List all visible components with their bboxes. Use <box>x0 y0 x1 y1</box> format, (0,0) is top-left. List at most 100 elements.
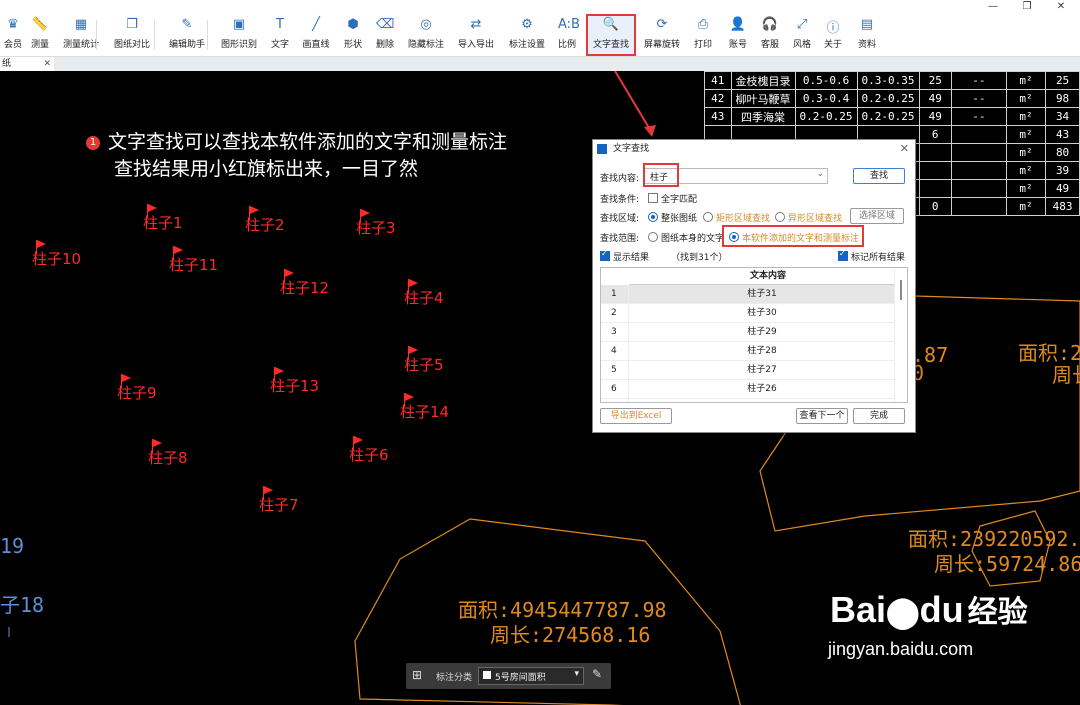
export-excel-button[interactable]: 导出到Excel <box>600 408 672 424</box>
next-result-button[interactable]: 查看下一个 <box>796 408 848 424</box>
table-cell: 34 <box>1045 107 1080 126</box>
result-index: 2 <box>601 304 629 322</box>
dialog-title: 文字查找 <box>613 144 650 154</box>
toolbar-button-annotation-settings[interactable]: ⚙ 标注设置 <box>506 16 548 54</box>
table-cell: 25 <box>1045 71 1080 90</box>
toolbar-button-shape[interactable]: ⬢ 形状 <box>340 16 366 54</box>
category-select-value: 5号房间面积 <box>495 673 546 683</box>
whole-word-label: 全字匹配 <box>661 195 698 205</box>
toolbar-label: 删除 <box>375 40 394 50</box>
step-badge: 1 <box>86 136 100 150</box>
result-row[interactable]: 3 柱子29 <box>601 323 907 342</box>
mark-all-checkbox[interactable]: 标记所有结果 <box>838 249 905 263</box>
done-button[interactable]: 完成 <box>853 408 905 424</box>
flag-label: 柱子10 <box>32 250 82 268</box>
toolbar-button-line[interactable]: ╱ 画直线 <box>299 16 333 54</box>
table-cell <box>950 125 1007 144</box>
main-toolbar: ♛ 会员 📏 测量 ▦ 测量统计 ❐ 图纸对比 ✎ 编辑助手 ▣ 图形识别 T 文字 ╱ 画直线 ⬢ 形状 ⌫ 删除 ◎… <box>0 14 1080 57</box>
area-option-irregular[interactable]: 异形区域查找 <box>775 211 842 224</box>
result-row[interactable]: 4 柱子28 <box>601 342 907 361</box>
category-select[interactable]: 5号房间面积 ▾ <box>478 667 584 685</box>
area-option-rect[interactable]: 矩形区域查找 <box>703 211 770 224</box>
toolbar-button-shape-recognize[interactable]: ▣ 图形识别 <box>219 16 259 54</box>
toolbar-button-rotate[interactable]: ⟳ 屏幕旋转 <box>640 16 684 54</box>
table-cell: 49 <box>918 107 952 126</box>
toolbar-button-text[interactable]: T 文字 <box>268 16 292 54</box>
results-table: 文本内容 1 柱子31 2 柱子30 3 柱子29 4 柱子28 5 柱子27 6 柱子26 7柱子25 <box>600 267 908 403</box>
results-scrollbar[interactable] <box>894 268 907 402</box>
flag-label: 柱子14 <box>400 403 450 421</box>
result-index: 4 <box>601 342 629 360</box>
tab-close-icon[interactable]: ✕ <box>43 57 51 71</box>
toolbar-button-user[interactable]: 👤 账号 <box>727 16 749 54</box>
flag-label: 柱子1 <box>143 214 183 232</box>
area-label: 查找区域: <box>600 214 640 224</box>
dialog-close-icon[interactable]: ✕ <box>900 140 909 158</box>
toolbar-button-hide[interactable]: ◎ 隐藏标注 <box>404 16 448 54</box>
pointer-arrow <box>614 71 653 134</box>
flag-icon <box>122 374 131 382</box>
print-icon: ⎙ <box>697 17 709 32</box>
info-icon: ⓘ <box>826 21 840 36</box>
search-button[interactable]: 查找 <box>853 168 905 184</box>
edit-icon: ✎ <box>181 17 193 32</box>
whole-word-checkbox[interactable]: 全字匹配 <box>648 192 697 205</box>
restore-button[interactable]: ❐ <box>1012 0 1042 14</box>
result-row[interactable]: 5 柱子27 <box>601 361 907 380</box>
result-text: 柱子25 <box>629 399 895 402</box>
toolbar-label: 风格 <box>792 40 811 50</box>
result-row[interactable]: 6 柱子26 <box>601 380 907 399</box>
text-search-icon: 🔍 <box>602 17 620 32</box>
result-text: 柱子28 <box>747 346 777 356</box>
result-row[interactable]: 2 柱子30 <box>601 304 907 323</box>
toolbar-button-compare[interactable]: ❐ 图纸对比 <box>112 16 152 54</box>
toolbar-separator <box>154 20 155 50</box>
drawing-canvas[interactable]: 41 金枝槐目录 0.5-0.6 0.3-0.35 25 -- m² 25 42 柳叶马鞭草 0.3… <box>0 71 1080 705</box>
toolbar-button-info[interactable]: ⓘ 关于 <box>822 16 844 54</box>
toolbar-button-docs[interactable]: ▤ 资料 <box>854 16 880 54</box>
flag-label: 柱子13 <box>270 377 320 395</box>
table-cell: 0.3-0.35 <box>856 71 920 90</box>
flag-label: 柱子11 <box>169 256 219 274</box>
toolbar-button-eraser[interactable]: ⌫ 删除 <box>372 16 398 54</box>
show-results-checkbox[interactable]: 显示结果 <box>600 249 649 263</box>
area-option-whole[interactable]: 整张图纸 <box>648 211 697 224</box>
headset-icon: 🎧 <box>761 17 779 32</box>
result-row[interactable]: 7柱子25 <box>601 399 907 402</box>
grid-icon[interactable]: ⊞ <box>412 668 422 682</box>
table-cell: 柳叶马鞭草 <box>730 89 796 108</box>
minimize-button[interactable]: — <box>978 0 1008 14</box>
text-icon: T <box>276 17 284 32</box>
document-tab[interactable]: 纸 ✕ <box>0 57 54 71</box>
table-cell: 6 <box>918 125 952 144</box>
arrowhead <box>644 125 656 137</box>
toolbar-button-style[interactable]: ⤢ 风格 <box>790 16 814 54</box>
toolbar-button-import-export[interactable]: ⇄ 导入导出 <box>455 16 497 54</box>
select-area-button[interactable]: 选择区域 <box>850 208 904 224</box>
edit-icon[interactable]: ✎ <box>592 667 602 681</box>
toolbar-label: 图纸对比 <box>113 40 150 50</box>
table-cell: 42 <box>704 89 732 108</box>
toolbar-button-text-search[interactable]: 🔍 文字查找 <box>586 14 636 56</box>
flag-icon <box>405 393 414 401</box>
toolbar-label: 隐藏标注 <box>407 40 444 50</box>
flag-icon <box>409 279 418 287</box>
close-window-button[interactable]: ✕ <box>1046 0 1076 14</box>
toolbar-button-headset[interactable]: 🎧 客服 <box>756 16 784 54</box>
table-row: 43 四季海棠 0.2-0.25 0.2-0.25 49 -- m² 34 <box>704 107 1080 126</box>
table-cell: m² <box>1005 143 1047 162</box>
table-cell: 483 <box>1045 197 1080 216</box>
scroll-thumb[interactable] <box>900 280 902 300</box>
table-cell <box>950 143 1007 162</box>
toolbar-button-scale[interactable]: A:B 比例 <box>554 16 580 54</box>
toolbar-button-edit[interactable]: ✎ 编辑助手 <box>166 16 208 54</box>
toolbar-button-ruler[interactable]: 📏 测量 <box>28 16 52 54</box>
result-index: 6 <box>601 380 629 398</box>
table-cell: 0 <box>918 197 952 216</box>
toolbar-button-vip[interactable]: ♛ 会员 <box>2 16 24 54</box>
toolbar-button-print[interactable]: ⎙ 打印 <box>689 16 717 54</box>
scope-option-drawing[interactable]: 图纸本身的文字 <box>648 231 724 244</box>
toolbar-separator <box>96 20 97 50</box>
result-row[interactable]: 1 柱子31 <box>601 285 907 304</box>
table-cell <box>950 179 1007 198</box>
